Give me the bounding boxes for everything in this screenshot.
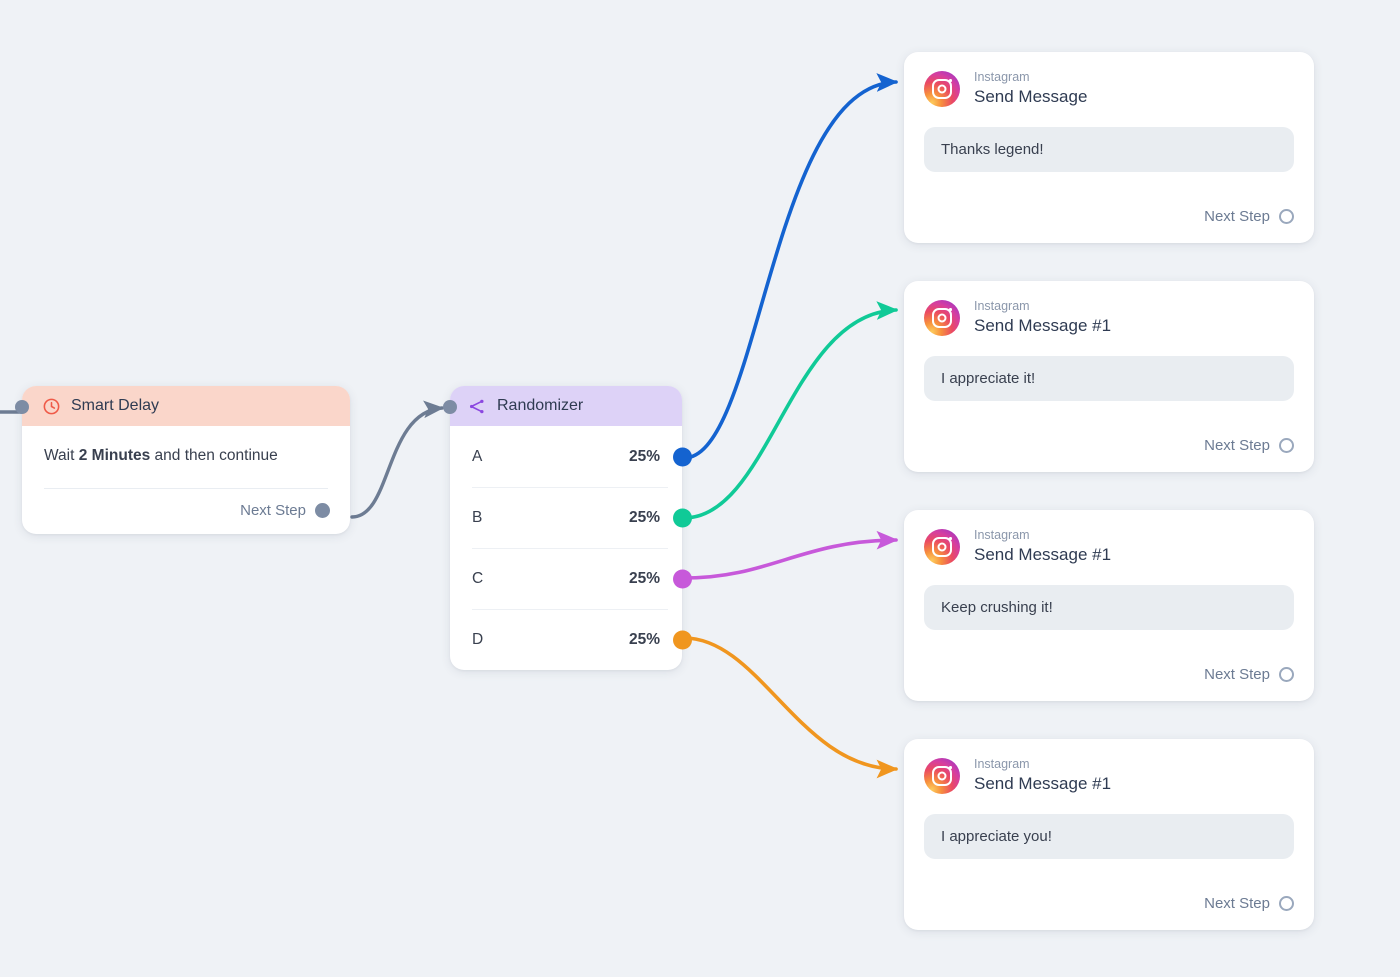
message-bubble[interactable]: Thanks legend! [924,127,1294,173]
card-next-step[interactable]: Next Step [904,198,1314,243]
edge-d-to-message-4 [682,636,899,779]
platform-label: Instagram [974,757,1030,771]
delay-text-prefix: Wait [44,447,79,464]
instagram-message-node-2[interactable]: Instagram Send Message #1 I appreciate i… [904,281,1314,473]
platform-label: Instagram [974,70,1030,84]
branch-percent: 25% [628,508,660,526]
branch-output-port-a[interactable] [673,447,692,466]
randomizer-title: Randomizer [497,397,584,414]
instagram-icon [924,299,960,336]
message-bubble[interactable]: I appreciate you! [924,814,1294,860]
flow-canvas[interactable]: Smart Delay Wait 2 Minutes and then cont… [0,0,1400,977]
instagram-message-node-3[interactable]: Instagram Send Message #1 Keep crushing … [904,510,1314,702]
next-step-port[interactable] [315,503,330,519]
randomizer-row[interactable]: D 25% [450,609,692,670]
edge-a-to-message-1 [682,73,899,460]
instagram-message-node-4[interactable]: Instagram Send Message #1 I appreciate y… [904,739,1314,931]
branch-key: C [472,569,484,587]
branch-percent: 25% [628,630,660,648]
edge-c-to-message-3 [682,530,899,580]
instagram-message-node-1[interactable]: Instagram Send Message Thanks legend! Ne… [904,52,1314,244]
instagram-icon [924,757,960,794]
randomizer-row[interactable]: B 25% [450,487,692,548]
next-step-label: Next Step [240,502,306,520]
edge-delay-to-randomizer [350,400,445,519]
next-step-label: Next Step [1204,895,1270,913]
next-step-label: Next Step [1204,666,1270,684]
card-title: Send Message [974,87,1088,106]
branch-percent: 25% [628,569,660,587]
branch-key: A [472,447,483,465]
branch-key: B [472,508,483,526]
smart-delay-input-port[interactable] [15,400,29,414]
card-header: Instagram Send Message #1 [904,510,1314,579]
card-title: Send Message #1 [974,316,1112,335]
smart-delay-body: Wait 2 Minutes and then continue [22,426,350,490]
next-step-label: Next Step [1204,208,1270,226]
next-step-port[interactable] [1279,209,1294,225]
card-header: Instagram Send Message #1 [904,281,1314,350]
platform-label: Instagram [974,528,1030,542]
delay-duration: 2 Minutes [78,447,151,464]
randomizer-node[interactable]: Randomizer A 25% B 25% C 25% D 25% [443,386,692,670]
next-step-label: Next Step [1204,437,1270,455]
card-next-step[interactable]: Next Step [904,885,1314,930]
instagram-icon [924,528,960,565]
next-step-port[interactable] [1279,438,1294,454]
randomizer-row[interactable]: C 25% [450,548,692,609]
randomizer-row[interactable]: A 25% [450,426,692,487]
smart-delay-header: Smart Delay [22,386,350,426]
delay-text-suffix: and then continue [150,447,278,464]
card-next-step[interactable]: Next Step [904,427,1314,472]
branch-output-port-d[interactable] [673,630,692,649]
branch-output-port-c[interactable] [673,569,692,588]
smart-delay-description: Wait 2 Minutes and then continue [44,446,328,466]
branch-output-port-b[interactable] [673,508,692,527]
smart-delay-node[interactable]: Smart Delay Wait 2 Minutes and then cont… [15,386,350,535]
message-bubble[interactable]: I appreciate it! [924,356,1294,402]
randomizer-input-port[interactable] [443,400,457,414]
edge-b-to-message-2 [682,301,899,520]
branch-key: D [472,630,484,648]
card-title: Send Message #1 [974,774,1112,793]
smart-delay-next-step[interactable]: Next Step [22,489,350,534]
platform-label: Instagram [974,299,1030,313]
next-step-port[interactable] [1279,667,1294,683]
smart-delay-title: Smart Delay [71,397,160,414]
randomizer-header: Randomizer [450,386,682,426]
card-next-step[interactable]: Next Step [904,656,1314,701]
instagram-icon [924,70,960,107]
branch-percent: 25% [628,447,660,465]
card-title: Send Message #1 [974,545,1112,564]
card-header: Instagram Send Message #1 [904,739,1314,808]
next-step-port[interactable] [1279,896,1294,912]
split-branch-icon [468,397,487,416]
randomizer-rows: A 25% B 25% C 25% D 25% [450,426,692,670]
clock-icon [42,397,61,416]
card-header: Instagram Send Message [904,52,1314,121]
message-bubble[interactable]: Keep crushing it! [924,585,1294,631]
